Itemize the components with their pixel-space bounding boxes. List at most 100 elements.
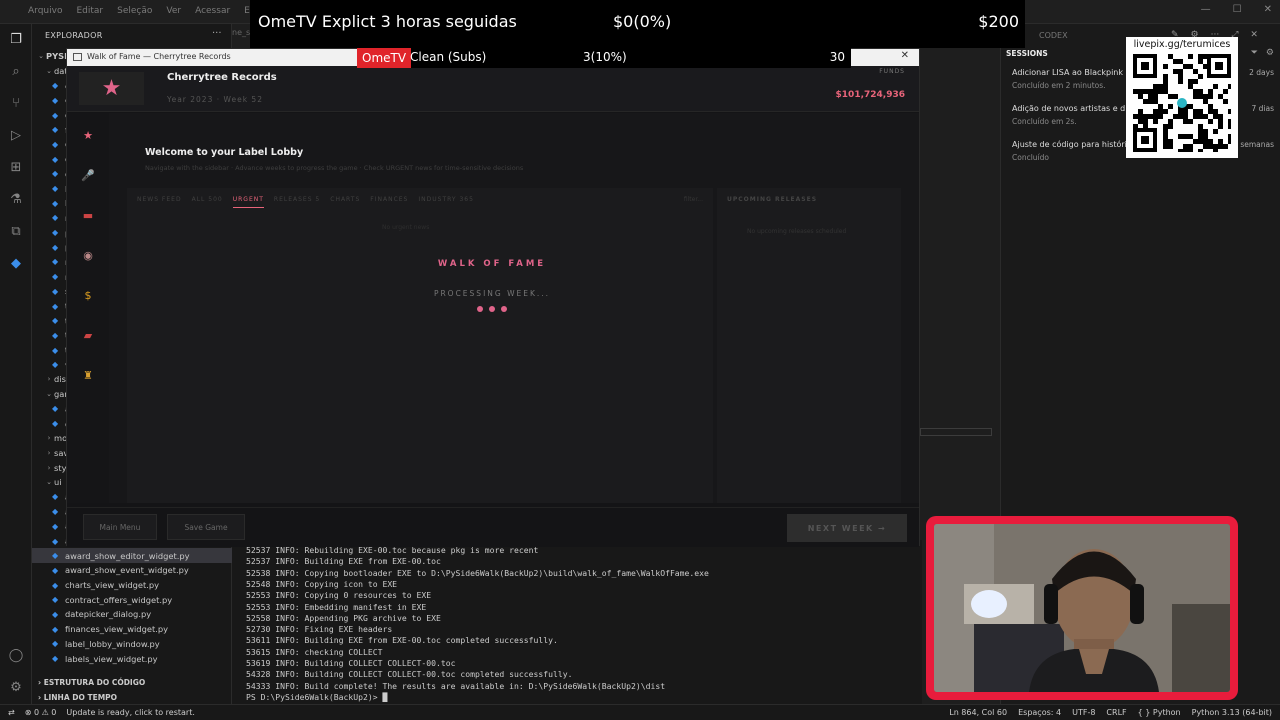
- news-tab[interactable]: INDUSTRY 365: [418, 196, 474, 208]
- game-close-icon[interactable]: ✕: [901, 50, 909, 61]
- problems-count[interactable]: ⊗ 0 ⚠ 0: [25, 708, 57, 717]
- python-file-icon: ◆: [52, 565, 59, 575]
- python-file-icon: ◆: [52, 580, 59, 590]
- menu-item[interactable]: Arquivo: [28, 6, 62, 16]
- manage-gear-icon[interactable]: ⚙: [8, 680, 24, 696]
- goal2-progress: 3(10%): [583, 50, 627, 64]
- vinyl-icon[interactable]: ◉: [81, 249, 95, 262]
- session-age: semanas: [1240, 140, 1274, 149]
- qr-code-overlay: livepix.gg/terumices: [1126, 37, 1238, 158]
- chevron-icon: ›: [47, 463, 51, 472]
- contract-icon[interactable]: ▬: [81, 209, 95, 222]
- menu-item[interactable]: Acessar: [195, 6, 230, 16]
- timeline-section[interactable]: › LINHA DO TEMPO: [32, 693, 232, 702]
- minimize-icon[interactable]: —: [1201, 4, 1211, 15]
- news-tab[interactable]: CHARTS: [330, 196, 360, 208]
- save-game-button[interactable]: Save Game: [167, 514, 245, 540]
- status-item[interactable]: UTF-8: [1072, 708, 1095, 717]
- goal2-target: 30: [829, 50, 845, 64]
- file-tree-file[interactable]: ◆ finances_view_widget.py: [32, 622, 232, 637]
- python-file-icon: ◆: [52, 125, 59, 135]
- chevron-icon: ›: [47, 448, 51, 457]
- welcome-title: Welcome to your Label Lobby: [145, 147, 304, 158]
- python-file-icon: ◆: [52, 139, 59, 149]
- menu-item[interactable]: Ver: [166, 6, 181, 16]
- python-file-icon: ◆: [52, 609, 59, 619]
- activity-bar: ❐ ⌕ ⑂ ▷ ⊞ ⚗ ⧉ ◆ ◯ ⚙: [0, 24, 32, 704]
- news-filter-input[interactable]: filter...: [684, 196, 703, 203]
- terminal-line: 54328 INFO: Building COLLECT COLLECT-00.…: [246, 669, 573, 680]
- remote-indicator-icon[interactable]: ⇄: [8, 708, 15, 717]
- outline-section[interactable]: › ESTRUTURA DO CÓDIGO: [32, 678, 232, 687]
- sessions-settings-icon[interactable]: ⚙: [1266, 48, 1274, 58]
- status-item[interactable]: { } Python: [1138, 708, 1181, 717]
- timeline-label: LINHA DO TEMPO: [43, 693, 118, 702]
- python-file-icon: ◆: [52, 81, 59, 91]
- file-tree-file[interactable]: ◆ contract_offers_widget.py: [32, 592, 232, 607]
- account-icon[interactable]: ◯: [8, 648, 24, 664]
- file-tree-label: datepicker_dialog.py: [65, 609, 152, 620]
- more-actions-icon[interactable]: ···: [212, 28, 222, 39]
- file-tree-file[interactable]: ◆ charts_view_widget.py: [32, 578, 232, 593]
- session-age: 2 days: [1249, 68, 1274, 77]
- qr-url: livepix.gg/terumices: [1133, 39, 1231, 50]
- close-icon[interactable]: ✕: [1264, 4, 1272, 15]
- money-icon[interactable]: $: [81, 289, 95, 302]
- upcoming-empty-text: No upcoming releases scheduled: [747, 228, 847, 235]
- source-control-icon[interactable]: ⑂: [8, 96, 24, 112]
- python-file-icon: ◆: [52, 184, 59, 194]
- tour-icon[interactable]: ▰: [81, 329, 95, 342]
- python-file-icon: ◆: [52, 316, 59, 326]
- loading-dot: [501, 306, 507, 312]
- close-panel-icon[interactable]: ✕: [1250, 30, 1258, 40]
- status-item[interactable]: Espaços: 4: [1018, 708, 1061, 717]
- news-tab[interactable]: URGENT: [232, 196, 264, 208]
- chevron-icon: ⌄: [46, 478, 52, 487]
- game-sidebar: ★ 🎤 ▬ ◉ $ ▰ ♜: [67, 113, 109, 503]
- remote-icon[interactable]: ⧉: [8, 224, 24, 240]
- python-file-icon: ◆: [52, 169, 59, 179]
- terminal-panel[interactable]: 52537 INFO: Rebuilding EXE-00.toc becaus…: [232, 540, 922, 704]
- upcoming-releases-panel: UPCOMING RELEASES No upcoming releases s…: [717, 188, 901, 503]
- update-notice[interactable]: Update is ready, click to restart.: [66, 708, 195, 717]
- star-icon[interactable]: ★: [81, 129, 95, 142]
- status-bar: ⇄ ⊗ 0 ⚠ 0 Update is ready, click to rest…: [0, 704, 1280, 720]
- game-footer: Main Menu Save Game NEXT WEEK →: [67, 507, 919, 547]
- mic-icon[interactable]: 🎤: [81, 169, 95, 182]
- python-file-icon: ◆: [52, 95, 59, 105]
- search-icon[interactable]: ⌕: [8, 64, 24, 80]
- file-tree-label: contract_offers_widget.py: [65, 594, 173, 605]
- python-file-icon: ◆: [52, 242, 59, 252]
- terminal-line: 52538 INFO: Copying bootloader EXE to D:…: [246, 567, 709, 578]
- status-item[interactable]: Ln 864, Col 60: [949, 708, 1007, 717]
- status-item[interactable]: Python 3.13 (64-bit): [1192, 708, 1272, 717]
- maximize-icon[interactable]: ☐: [1233, 4, 1242, 15]
- menu-item[interactable]: Seleção: [117, 6, 152, 16]
- news-tab[interactable]: RELEASES 5: [274, 196, 320, 208]
- file-tree-file[interactable]: ◆ label_lobby_window.py: [32, 637, 232, 652]
- outline-label: ESTRUTURA DO CÓDIGO: [43, 678, 146, 687]
- menu-item[interactable]: Editar: [76, 6, 103, 16]
- run-debug-icon[interactable]: ▷: [8, 128, 24, 144]
- next-week-button[interactable]: NEXT WEEK →: [787, 514, 907, 542]
- news-tab[interactable]: FINANCES: [370, 196, 408, 208]
- award-icon[interactable]: ♜: [81, 369, 95, 382]
- news-tab[interactable]: ALL 500: [192, 196, 223, 208]
- python-file-icon: ◆: [52, 507, 59, 517]
- testing-icon[interactable]: ⚗: [8, 192, 24, 208]
- status-item[interactable]: CRLF: [1106, 708, 1126, 717]
- file-tree-label: award_show_event_widget.py: [65, 565, 189, 576]
- main-menu-button[interactable]: Main Menu: [83, 514, 157, 540]
- file-tree-file[interactable]: ◆ award_show_editor_widget.py: [32, 548, 232, 564]
- file-tree-file[interactable]: ◆ labels_view_widget.py: [32, 651, 232, 666]
- extensions-icon[interactable]: ⊞: [8, 160, 24, 176]
- python-file-icon: ◆: [52, 521, 59, 531]
- file-tree-label: finances_view_widget.py: [65, 624, 169, 635]
- file-tree-file[interactable]: ◆ datepicker_dialog.py: [32, 607, 232, 622]
- goal1-label: OmeTV Explict 3 horas seguidas: [258, 12, 517, 31]
- python-icon[interactable]: ◆: [8, 256, 24, 272]
- file-tree-file[interactable]: ◆ award_show_event_widget.py: [32, 563, 232, 578]
- news-tab[interactable]: NEWS FEED: [137, 196, 182, 208]
- filter-icon[interactable]: ⏷: [1251, 48, 1258, 58]
- explorer-icon[interactable]: ❐: [8, 32, 24, 48]
